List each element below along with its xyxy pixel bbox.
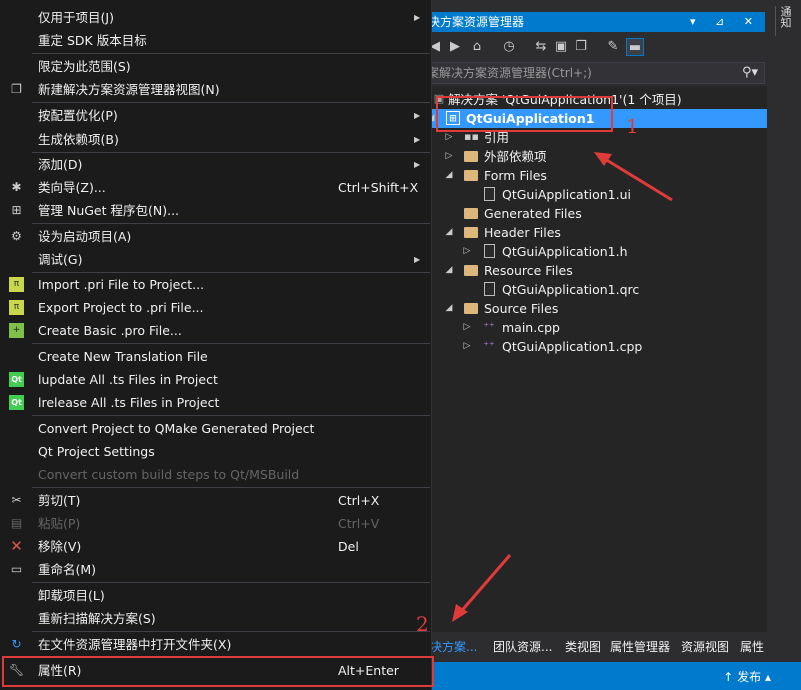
arrow-line-1 xyxy=(599,154,673,202)
arrow-head-1 xyxy=(594,152,612,166)
annotation-arrows xyxy=(452,152,673,622)
arrow-line-2 xyxy=(456,554,512,616)
screen: 通知 决方案资源管理器 ▾ ⊿ ✕ ◀ ▶ ⌂ ◷ ⇆ ▣ ❐ ✎ ▬ 案解决方… xyxy=(0,0,801,690)
